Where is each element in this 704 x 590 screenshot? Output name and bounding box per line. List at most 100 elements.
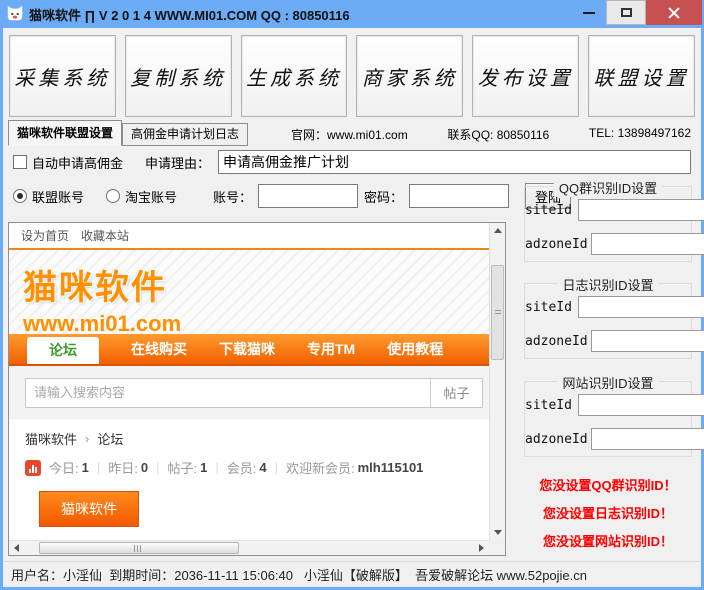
cat-app-icon: [6, 5, 24, 23]
title-bar: 猫咪软件 ∏ V 2 0 1 4 WWW.MI01.COM QQ : 80850…: [0, 0, 704, 28]
qq-group-id-settings: QQ群识别ID设置 siteId adzoneId: [524, 186, 692, 262]
generate-system-button[interactable]: 生成系统: [241, 35, 348, 117]
union-account-label: 联盟账号: [32, 187, 84, 206]
reason-input[interactable]: [218, 150, 691, 174]
password-input[interactable]: [409, 184, 509, 208]
log-siteid-label: siteId: [525, 300, 578, 315]
maximize-icon: [621, 8, 632, 17]
status-text: 用户名：小淫仙 到期时间：2036-11-11 15:06:40 小淫仙【破解版…: [11, 565, 587, 584]
stat-members-label: 会员:: [227, 458, 257, 477]
contact-qq-text: 联系QQ: 80850116: [447, 126, 549, 143]
tab-strip: 猫咪软件联盟设置 高佣金申请计划日志: [8, 121, 248, 146]
website-adzoneid-label: adzoneId: [525, 432, 591, 447]
nav-forum-tab[interactable]: 论坛: [27, 337, 99, 364]
contact-tel-text: TEL: 13898497162: [589, 126, 691, 143]
nav-buy-online[interactable]: 在线购买: [131, 334, 187, 364]
stat-newmember-value: mlh115101: [358, 460, 424, 475]
qq-adzoneid-input[interactable]: [591, 233, 704, 255]
reason-label: 申请理由：: [145, 153, 210, 172]
stat-newmember-label: 欢迎新会员:: [286, 458, 355, 477]
minimize-button[interactable]: [572, 0, 606, 25]
system-button-row: 采集系统 复制系统 生成系统 商家系统 发布设置 联盟设置: [9, 35, 695, 117]
minimize-icon: [583, 12, 595, 14]
copy-system-button[interactable]: 复制系统: [125, 35, 232, 117]
stat-today-label: 今日:: [49, 458, 79, 477]
horizontal-scroll-thumb[interactable]: [39, 542, 239, 554]
union-account-radio[interactable]: [13, 189, 27, 203]
collect-system-button[interactable]: 采集系统: [9, 35, 116, 117]
site-header: 猫咪软件 www.mi01.com: [9, 250, 489, 334]
log-adzoneid-input[interactable]: [591, 330, 704, 352]
search-category-dropdown[interactable]: 帖子: [430, 379, 482, 407]
site-logo: 猫咪软件: [23, 260, 489, 309]
breadcrumb-forum-link[interactable]: 论坛: [97, 429, 123, 448]
scroll-up-icon[interactable]: [494, 228, 502, 233]
search-bar: 帖子: [9, 366, 489, 419]
stats-chart-icon: [25, 460, 41, 476]
log-siteid-input[interactable]: [578, 296, 704, 318]
maximize-button[interactable]: [606, 0, 646, 25]
qq-siteid-input[interactable]: [578, 199, 704, 221]
breadcrumb: 猫咪软件 › 论坛: [25, 429, 489, 448]
qq-group-title: QQ群识别ID设置: [554, 178, 662, 197]
website-group-title: 网站识别ID设置: [557, 373, 658, 392]
nav-download[interactable]: 下载猫咪: [219, 334, 275, 364]
horizontal-scrollbar[interactable]: [9, 540, 489, 555]
client-area: 采集系统 复制系统 生成系统 商家系统 发布设置 联盟设置 猫咪软件联盟设置 高…: [3, 28, 701, 587]
embedded-browser: 设为首页 收藏本站 猫咪软件 www.mi01.com 论坛 在线购买 下载猫咪…: [8, 222, 506, 556]
close-icon: [667, 6, 681, 20]
nav-tutorial[interactable]: 使用教程: [387, 334, 443, 364]
site-nav: 论坛 在线购买 下载猫咪 专用TM 使用教程: [9, 334, 489, 366]
log-id-settings: 日志识别ID设置 siteId adzoneId: [524, 283, 692, 359]
window-controls: [572, 0, 702, 25]
account-label: 账号：: [213, 187, 252, 206]
stat-today-value: 1: [82, 460, 89, 475]
breadcrumb-separator: ›: [85, 431, 89, 446]
commission-row: 自动申请高佣金 申请理由：: [13, 150, 691, 174]
auto-commission-checkbox[interactable]: [13, 155, 27, 169]
website-id-warning: 您没设置网站识别ID！: [524, 531, 692, 550]
log-id-warning: 您没设置日志识别ID！: [524, 503, 692, 522]
qq-id-warning: 您没设置QQ群识别ID！: [524, 475, 692, 494]
vertical-scroll-thumb[interactable]: [491, 265, 504, 360]
website-siteid-input[interactable]: [578, 394, 704, 416]
browser-content: 设为首页 收藏本站 猫咪软件 www.mi01.com 论坛 在线购买 下载猫咪…: [9, 223, 489, 540]
scrollbar-corner: [489, 540, 505, 555]
vertical-scrollbar[interactable]: [489, 223, 505, 540]
publish-settings-button[interactable]: 发布设置: [472, 35, 579, 117]
forum-page: 猫咪软件 › 论坛 今日:1 | 昨日:0 | 帖子:1 | 会员:4 |: [9, 419, 489, 540]
close-button[interactable]: [646, 0, 702, 25]
stat-yesterday-value: 0: [141, 460, 148, 475]
password-label: 密码：: [364, 187, 403, 206]
qq-adzoneid-label: adzoneId: [525, 237, 591, 252]
account-input[interactable]: [258, 184, 358, 208]
set-homepage-link[interactable]: 设为首页: [21, 227, 69, 244]
scroll-left-icon[interactable]: [14, 544, 19, 552]
log-group-title: 日志识别ID设置: [557, 275, 658, 294]
stat-members-value: 4: [259, 460, 266, 475]
log-adzoneid-label: adzoneId: [525, 334, 591, 349]
taobao-account-label: 淘宝账号: [125, 187, 177, 206]
browser-top-links: 设为首页 收藏本站: [9, 223, 489, 248]
nav-tm[interactable]: 专用TM: [307, 334, 355, 364]
union-settings-button[interactable]: 联盟设置: [588, 35, 695, 117]
merchant-system-button[interactable]: 商家系统: [356, 35, 463, 117]
window-title: 猫咪软件 ∏ V 2 0 1 4 WWW.MI01.COM QQ : 80850…: [29, 5, 350, 24]
taobao-account-radio[interactable]: [106, 189, 120, 203]
search-input[interactable]: [26, 379, 430, 407]
contact-info: 官网：www.mi01.com 联系QQ: 80850116 TEL: 1389…: [291, 126, 691, 143]
status-bar: 用户名：小淫仙 到期时间：2036-11-11 15:06:40 小淫仙【破解版…: [3, 561, 701, 587]
website-adzoneid-input[interactable]: [591, 428, 704, 450]
website-id-settings: 网站识别ID设置 siteId adzoneId: [524, 381, 692, 457]
tab-union-settings[interactable]: 猫咪软件联盟设置: [8, 120, 122, 146]
scroll-down-icon[interactable]: [494, 530, 502, 535]
website-siteid-label: siteId: [525, 398, 578, 413]
search-box: 帖子: [25, 378, 483, 408]
login-row: 联盟账号 淘宝账号 账号： 密码： 登陆: [13, 183, 571, 209]
scroll-right-icon[interactable]: [479, 544, 484, 552]
qq-siteid-label: siteId: [525, 203, 578, 218]
bookmark-site-link[interactable]: 收藏本站: [81, 227, 129, 244]
tab-commission-log[interactable]: 高佣金申请计划日志: [122, 123, 248, 146]
breadcrumb-site-link[interactable]: 猫咪软件: [25, 429, 77, 448]
forum-section-button[interactable]: 猫咪软件: [39, 491, 139, 527]
